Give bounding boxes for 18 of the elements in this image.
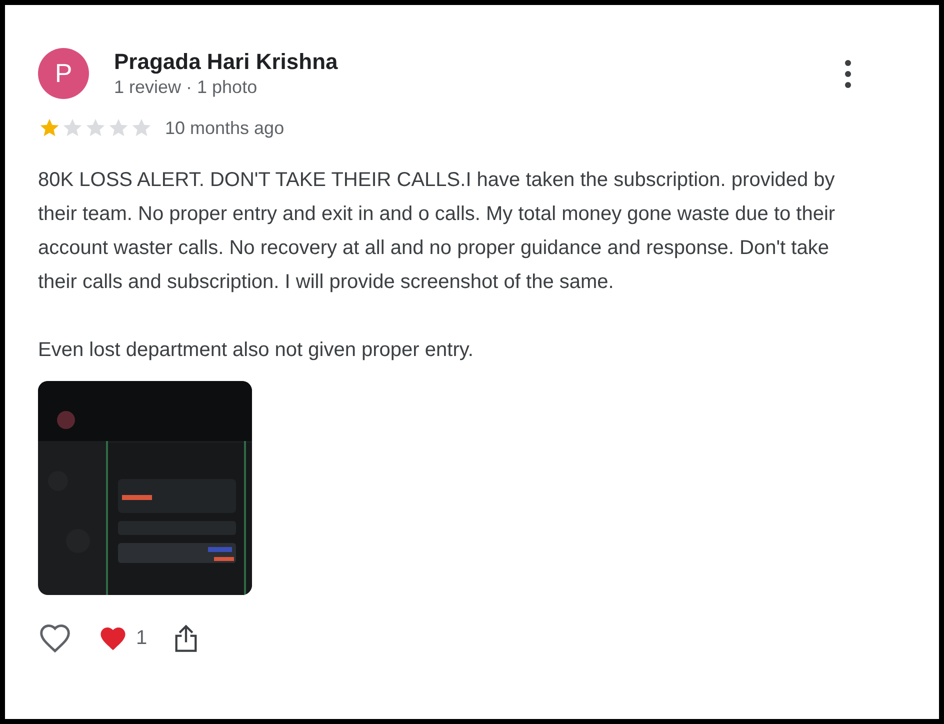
star-icon [61,117,84,139]
reviewer-name[interactable]: Pragada Hari Krishna [114,49,808,75]
share-button[interactable] [173,623,200,653]
more-icon [845,60,851,88]
heart-icon [38,623,72,653]
star-icon [130,117,153,139]
reviewer-meta: 1 review · 1 photo [114,77,258,98]
star-icon [84,117,107,139]
review-time: 10 months ago [165,118,284,138]
review-text: 80K LOSS ALERT. DON'T TAKE THEIR CALLS.I have taken the subscription. provided by their team. No proper entry and exit in and o calls. My total money gone waste due to their account waster calls. No recovery at all and no proper guidance and response. Don't take their calls and subscription. I will provide screenshot of the same. [38,168,836,295]
heart-icon [98,624,128,652]
like-button[interactable] [38,623,72,653]
share-icon [173,623,200,653]
review-text: Even lost department also not given proper entry. [38,338,474,363]
star-icon [38,117,61,139]
love-reaction-button[interactable]: 1 [98,624,148,652]
avatar: P [38,48,89,99]
star-icon [107,117,130,139]
